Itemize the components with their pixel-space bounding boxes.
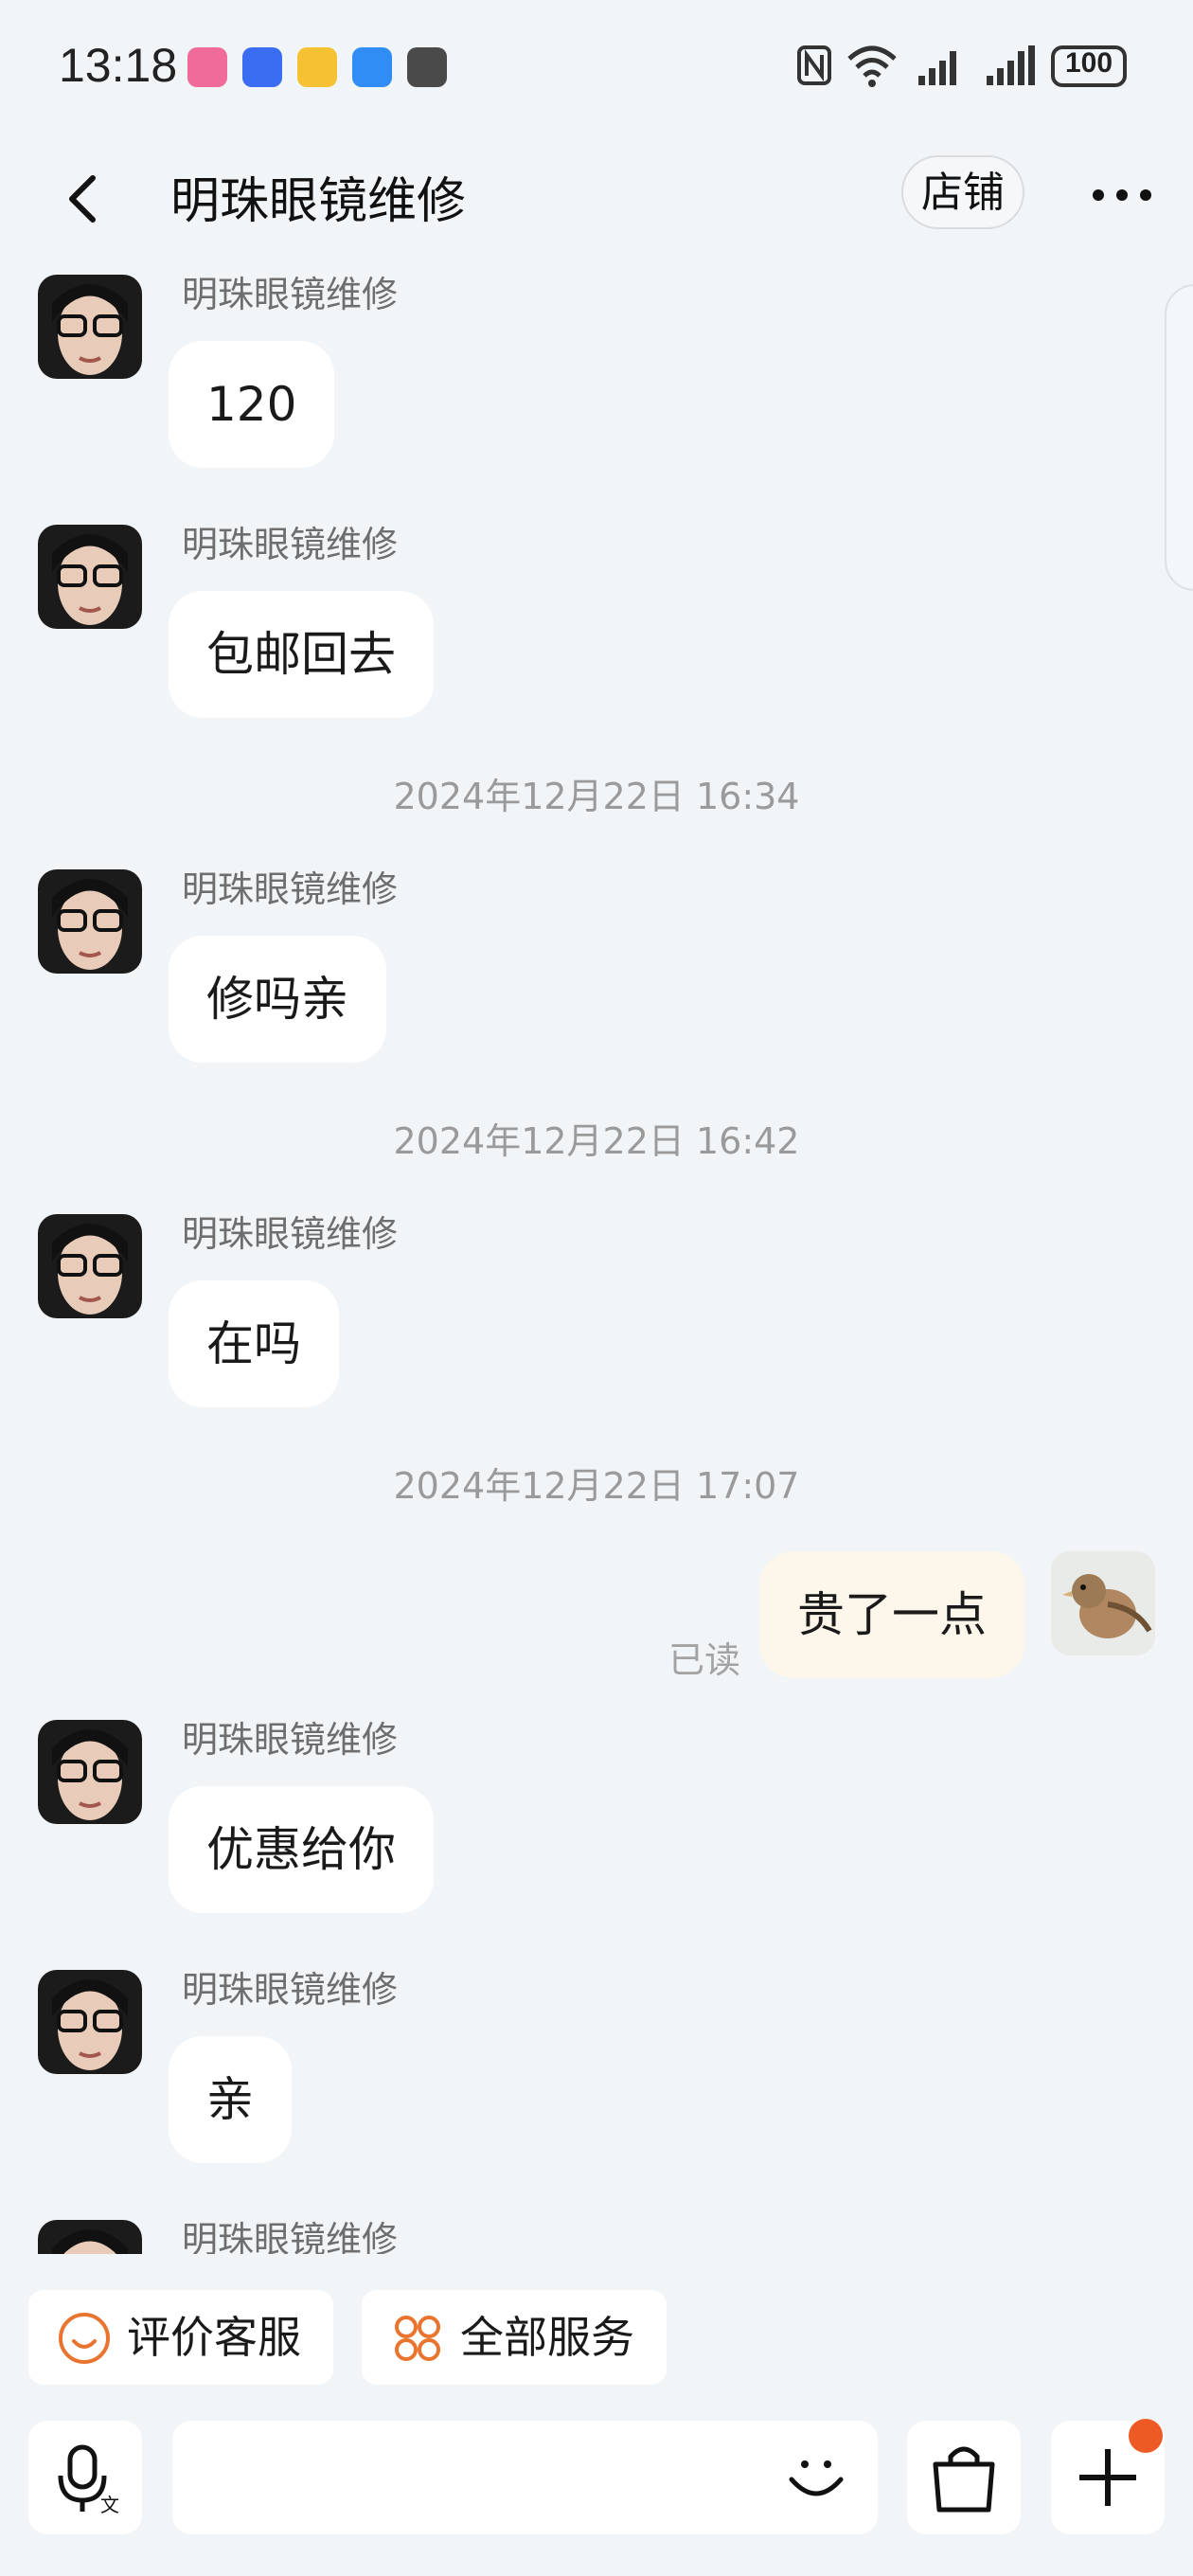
all-services-label: 全部服务 [460, 2312, 634, 2363]
sender-name: 明珠眼镜维修 [182, 1719, 399, 1761]
products-button[interactable] [907, 2421, 1021, 2534]
sender-name: 明珠眼镜维修 [182, 274, 399, 315]
timestamp-divider: 2024年12月22日 16:42 [393, 1120, 800, 1162]
message-bubble[interactable]: 优惠给你 [169, 1786, 434, 1913]
mail-icon [297, 47, 337, 87]
message-icon [352, 47, 392, 87]
timestamp-divider: 2024年12月22日 17:07 [393, 1465, 800, 1507]
shop-avatar[interactable] [38, 1214, 142, 1318]
my-message-bubble[interactable]: 贵了一点 [759, 1551, 1024, 1678]
game-icon [407, 47, 447, 87]
input-bar: 文 [0, 2406, 1193, 2576]
voice-recorder-icon [242, 47, 282, 87]
shop-avatar[interactable] [38, 869, 142, 974]
bilibili-icon [187, 47, 227, 87]
sender-name: 明珠眼镜维修 [182, 524, 399, 565]
message-bubble[interactable]: 亲 [169, 2036, 292, 2163]
voice-input-button[interactable]: 文 [28, 2421, 142, 2534]
my-avatar[interactable] [1051, 1551, 1155, 1655]
more-options-icon[interactable] [1089, 186, 1155, 205]
shop-avatar[interactable] [38, 2220, 142, 2254]
back-arrow-icon[interactable] [57, 170, 114, 227]
services-grid-icon [395, 2316, 440, 2361]
emoji-icon[interactable] [778, 2440, 854, 2515]
read-status: 已读 [668, 1639, 740, 1681]
message-bubble[interactable]: 在吗 [169, 1280, 339, 1407]
sender-name: 明珠眼镜维修 [182, 2219, 399, 2254]
wifi-icon [847, 45, 897, 87]
smile-icon [59, 2313, 110, 2364]
signal-2-icon [987, 45, 1035, 85]
all-services-button[interactable]: 全部服务 [362, 2290, 667, 2385]
message-bubble[interactable]: 包邮回去 [169, 591, 434, 718]
sender-name: 明珠眼镜维修 [182, 1969, 399, 2011]
shop-avatar[interactable] [38, 275, 142, 379]
signal-1-icon [918, 51, 956, 85]
status-time: 13:18 [59, 39, 178, 92]
sender-name: 明珠眼镜维修 [182, 868, 399, 910]
rate-service-button[interactable]: 评价客服 [28, 2290, 333, 2385]
sender-name: 明珠眼镜维修 [182, 1213, 399, 1255]
svg-text:文: 文 [100, 2494, 119, 2516]
message-bubble[interactable]: 120 [169, 341, 335, 468]
battery-level: 100 [1064, 47, 1113, 79]
chat-header: 明珠眼镜维修 店铺 [0, 133, 1193, 256]
shop-avatar[interactable] [38, 525, 142, 629]
message-input[interactable] [172, 2421, 878, 2534]
timestamp-divider: 2024年12月22日 16:34 [393, 776, 800, 817]
microphone-icon: 文 [58, 2444, 119, 2516]
shop-button[interactable]: 店铺 [901, 155, 1024, 229]
shop-avatar[interactable] [38, 1970, 142, 2074]
nfc-icon [797, 45, 831, 85]
shopping-bag-icon [933, 2446, 995, 2513]
status-bar: 13:18 100 [0, 0, 1193, 133]
battery-icon: 100 [1051, 45, 1127, 87]
rate-service-label: 评价客服 [127, 2312, 301, 2363]
shop-avatar[interactable] [38, 1720, 142, 1824]
chat-message-list[interactable]: 明珠眼镜维修 120 明珠眼镜维修 包邮回去 2024年12月22日 16:34… [0, 256, 1193, 2254]
message-bubble[interactable]: 修吗亲 [169, 936, 386, 1063]
chat-title: 明珠眼镜维修 [170, 173, 467, 230]
notification-dot [1129, 2419, 1163, 2453]
